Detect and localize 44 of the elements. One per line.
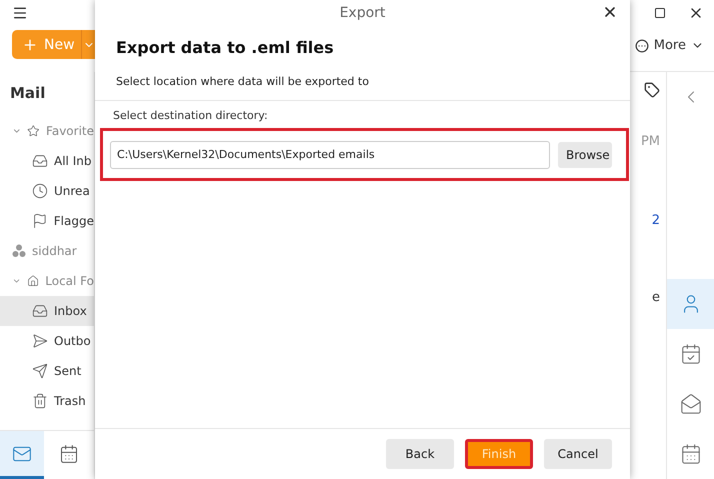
field-label: Select destination directory: xyxy=(113,109,269,122)
calendar-icon xyxy=(59,444,80,464)
dialog-button[interactable]: Back xyxy=(386,439,454,469)
folder-item[interactable]: Trash xyxy=(0,386,94,416)
folder-item[interactable]: Sent xyxy=(0,356,94,386)
clock-icon xyxy=(32,183,48,199)
folder-item[interactable]: siddhar xyxy=(0,236,94,266)
dialog-heading: Export data to .eml files xyxy=(116,38,335,57)
task-icon xyxy=(680,343,702,365)
browse-button[interactable]: Browse xyxy=(558,142,612,168)
directory-field[interactable]: C:\Users\Kernel32\Documents\Exported emails xyxy=(110,140,550,168)
account-icon xyxy=(12,244,26,258)
outbox-icon xyxy=(32,333,48,349)
message-text: e xyxy=(652,290,660,305)
more-icon xyxy=(634,38,649,52)
tag-icon[interactable] xyxy=(644,82,660,98)
message-link[interactable]: 2 xyxy=(652,213,660,228)
section-title: Mail xyxy=(9,83,46,104)
inbox-icon xyxy=(32,303,48,319)
more-button[interactable]: More xyxy=(634,38,704,53)
menu-icon[interactable] xyxy=(12,5,28,21)
folder-item[interactable]: Outbo xyxy=(0,326,94,356)
star-icon xyxy=(27,123,40,139)
dialog-button[interactable]: Cancel xyxy=(544,439,612,469)
folder-item[interactable]: Favorite xyxy=(0,116,94,146)
inbox-icon xyxy=(32,153,48,169)
dialog-title: Export xyxy=(340,5,386,21)
message-time: PM xyxy=(640,134,660,149)
plus-icon xyxy=(22,36,38,52)
sent-icon xyxy=(32,363,48,379)
maximize-icon[interactable] xyxy=(654,7,666,19)
folder-item[interactable]: Local Fo xyxy=(0,266,94,296)
folder-item[interactable]: Inbox xyxy=(0,296,94,326)
folder-item[interactable]: Unrea xyxy=(0,176,94,206)
close-button[interactable] xyxy=(602,4,618,20)
mail-icon xyxy=(680,393,702,415)
dialog-subtitle: Select location where data will be exported to xyxy=(116,75,370,88)
home-icon xyxy=(27,273,40,289)
folder-item[interactable]: All Inb xyxy=(0,146,94,176)
calendar-icon xyxy=(680,443,702,465)
nav-tab[interactable] xyxy=(0,431,44,479)
trash-icon xyxy=(32,393,48,409)
folder-item[interactable]: Flagge xyxy=(0,206,94,236)
flag-icon xyxy=(32,213,48,229)
